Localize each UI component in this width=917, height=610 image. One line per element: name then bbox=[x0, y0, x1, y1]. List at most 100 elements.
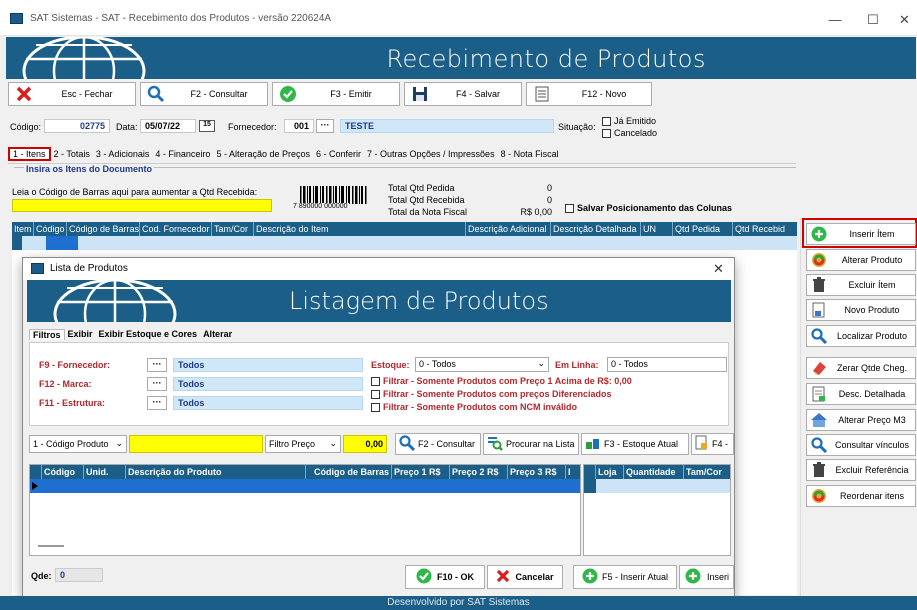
consultar-vinculos-button[interactable]: Consultar vínculos bbox=[806, 434, 916, 456]
alterar-produto-button[interactable]: Alterar Produto bbox=[806, 249, 916, 271]
col-preco3[interactable]: Preço 3 R$ bbox=[508, 465, 566, 479]
tab-exibir-estoque[interactable]: Exibir Estoque e Cores bbox=[96, 329, 201, 340]
product-row-selected[interactable] bbox=[30, 479, 580, 493]
filtro-ncm-checkbox[interactable]: Filtrar - Somente Produtos com NCM invál… bbox=[371, 402, 577, 413]
inserir-item-button[interactable]: Inserir Ítem bbox=[806, 223, 916, 245]
tab-alteracao-precos[interactable]: 5 - Alteração de Preços bbox=[213, 149, 313, 159]
col-un[interactable]: UN bbox=[641, 222, 673, 236]
col-tam-cor[interactable]: Tam/Cor bbox=[212, 222, 254, 236]
tab-outras-opcoes[interactable]: 7 - Outras Opções / Impressões bbox=[364, 149, 498, 159]
excluir-item-button[interactable]: Excluir Ítem bbox=[806, 274, 916, 296]
col-quantidade[interactable]: Quantidade bbox=[624, 465, 684, 479]
col-codigo[interactable]: Código bbox=[42, 465, 84, 479]
col-codigo-barras[interactable]: Código de Barras bbox=[306, 465, 392, 479]
minimize-button[interactable]: — bbox=[815, 8, 855, 32]
consultar-button[interactable]: F2 - Consultar bbox=[140, 82, 268, 106]
col-descricao-detalhada[interactable]: Descrição Detalhada bbox=[551, 222, 641, 236]
fornecedor-code-field[interactable]: 001 bbox=[284, 119, 314, 133]
inserir-atual-button[interactable]: F5 - Inserir Atual bbox=[573, 565, 677, 589]
dialog-close-button[interactable]: ✕ bbox=[713, 261, 724, 277]
scroll-indicator[interactable] bbox=[38, 545, 64, 547]
marca-lookup-button[interactable]: ··· bbox=[147, 377, 167, 391]
ja-emitido-checkbox[interactable]: Já Emitido bbox=[602, 116, 656, 127]
tab-nota-fiscal[interactable]: 8 - Nota Fiscal bbox=[498, 149, 562, 159]
tab-financeiro[interactable]: 4 - Financeiro bbox=[152, 149, 213, 159]
cancel-button[interactable]: Cancelar bbox=[487, 565, 563, 589]
items-grid-row[interactable] bbox=[12, 236, 797, 250]
emitir-button[interactable]: F3 - Emitir bbox=[272, 82, 400, 106]
inserir-button[interactable]: Inseri bbox=[679, 565, 734, 589]
price-value-input[interactable]: 0,00 bbox=[343, 435, 387, 453]
col-codigo-barras[interactable]: Código de Barras bbox=[67, 222, 140, 236]
fornecedor-lookup-button[interactable]: ··· bbox=[147, 358, 167, 372]
col-item[interactable]: Item bbox=[12, 222, 34, 236]
ok-button[interactable]: F10 - OK bbox=[405, 565, 485, 589]
emitir-label: F3 - Emitir bbox=[330, 89, 372, 99]
filters-content: F9 - Fornecedor: ··· Todos F12 - Marca: … bbox=[29, 342, 729, 426]
col-cod-fornecedor[interactable]: Cod. Fornecedor bbox=[140, 222, 212, 236]
tab-itens[interactable]: 1 - Itens bbox=[8, 147, 51, 161]
price-filter-select[interactable]: Filtro Preço ⌄ bbox=[265, 435, 341, 453]
stock-row[interactable] bbox=[584, 479, 730, 493]
col-tam-cor[interactable]: Tam/Cor bbox=[684, 465, 730, 479]
barcode-input[interactable] bbox=[12, 199, 272, 212]
estrutura-lookup-button[interactable]: ··· bbox=[147, 396, 167, 410]
tab-totais[interactable]: 2 - Totais bbox=[51, 149, 93, 159]
filtro-preco1-checkbox[interactable]: Filtrar - Somente Produtos com Preço 1 A… bbox=[371, 376, 632, 387]
f4-label: F4 - bbox=[712, 439, 729, 449]
excluir-referencia-button[interactable]: Excluir Referência bbox=[806, 459, 916, 481]
col-codigo[interactable]: Código bbox=[34, 222, 67, 236]
estoque-select[interactable]: 0 - Todos ⌄ bbox=[415, 357, 549, 372]
col-i[interactable]: I bbox=[566, 465, 580, 479]
fechar-button[interactable]: Esc - Fechar bbox=[8, 82, 136, 106]
col-qtd-recebida[interactable]: Qtd Recebid bbox=[733, 222, 785, 236]
search-input[interactable] bbox=[129, 435, 263, 453]
fornecedor-filter-field: Todos bbox=[173, 358, 363, 372]
desc-detalhada-button[interactable]: Desc. Detalhada bbox=[806, 383, 916, 405]
close-icon bbox=[496, 569, 510, 585]
total-qtd-recebida-label: Total Qtd Recebida bbox=[388, 195, 465, 205]
fornecedor-lookup-button[interactable]: ··· bbox=[316, 119, 334, 133]
f4-button[interactable]: F4 - bbox=[691, 433, 734, 455]
products-grid[interactable]: Código Unid. Descrição do Produto Código… bbox=[29, 464, 581, 556]
novo-button[interactable]: F12 - Novo bbox=[526, 82, 652, 106]
search-type-select[interactable]: 1 - Código Produto ⌄ bbox=[29, 435, 127, 453]
alterar-preco-m3-button[interactable]: Alterar Preço M3 bbox=[806, 409, 916, 431]
col-indicator bbox=[584, 465, 596, 479]
save-columns-checkbox[interactable]: Salvar Posicionamento das Colunas bbox=[565, 203, 732, 214]
barcode-prompt: Leia o Código de Barras aqui para aument… bbox=[12, 187, 258, 197]
tab-adicionais[interactable]: 3 - Adicionais bbox=[93, 149, 153, 159]
em-linha-select[interactable]: 0 - Todos bbox=[607, 357, 727, 372]
data-field[interactable]: 05/07/22 bbox=[140, 119, 196, 133]
localizar-produto-button[interactable]: Localizar Produto bbox=[806, 325, 916, 347]
selected-cell bbox=[46, 236, 78, 250]
novo-produto-button[interactable]: Novo Produto bbox=[806, 299, 916, 321]
consultar-produtos-button[interactable]: F2 - Consultar bbox=[395, 433, 481, 455]
col-descricao-produto[interactable]: Descrição do Produto bbox=[126, 465, 306, 479]
reordenar-itens-button[interactable]: Reordenar itens bbox=[806, 485, 916, 507]
col-descricao-adicional[interactable]: Descrição Adicional bbox=[466, 222, 551, 236]
col-preco2[interactable]: Preço 2 R$ bbox=[450, 465, 508, 479]
col-preco1[interactable]: Preço 1 R$ bbox=[392, 465, 450, 479]
filtro-precos-diferenciados-checkbox[interactable]: Filtrar - Somente Produtos com preços Di… bbox=[371, 389, 612, 400]
fornecedor-name-field: TESTE bbox=[340, 119, 554, 133]
maximize-button[interactable]: ☐ bbox=[853, 8, 893, 32]
stock-grid[interactable]: Loja Quantidade Tam/Cor bbox=[583, 464, 731, 556]
codigo-field[interactable]: 02775 bbox=[44, 119, 110, 133]
row-indicator bbox=[584, 479, 596, 493]
col-descricao-item[interactable]: Descrição do Item bbox=[254, 222, 466, 236]
zerar-qtde-button[interactable]: Zerar Qtde Cheg. bbox=[806, 357, 916, 379]
calendar-icon[interactable]: 15 bbox=[199, 120, 215, 132]
estoque-atual-button[interactable]: F3 - Estoque Atual bbox=[581, 433, 689, 455]
close-window-button[interactable]: ✕ bbox=[892, 8, 917, 32]
salvar-button[interactable]: F4 - Salvar bbox=[404, 82, 522, 106]
col-qtd-pedida[interactable]: Qtd Pedida bbox=[673, 222, 733, 236]
col-unid[interactable]: Unid. bbox=[84, 465, 126, 479]
tab-filtros[interactable]: Filtros bbox=[29, 329, 65, 340]
cancelado-checkbox[interactable]: Cancelado bbox=[602, 128, 657, 139]
col-loja[interactable]: Loja bbox=[596, 465, 624, 479]
tab-alterar[interactable]: Alterar bbox=[200, 329, 235, 340]
tab-exibir[interactable]: Exibir bbox=[65, 329, 96, 340]
tab-conferir[interactable]: 6 - Conferir bbox=[313, 149, 364, 159]
procurar-lista-button[interactable]: Procurar na Lista bbox=[483, 433, 579, 455]
